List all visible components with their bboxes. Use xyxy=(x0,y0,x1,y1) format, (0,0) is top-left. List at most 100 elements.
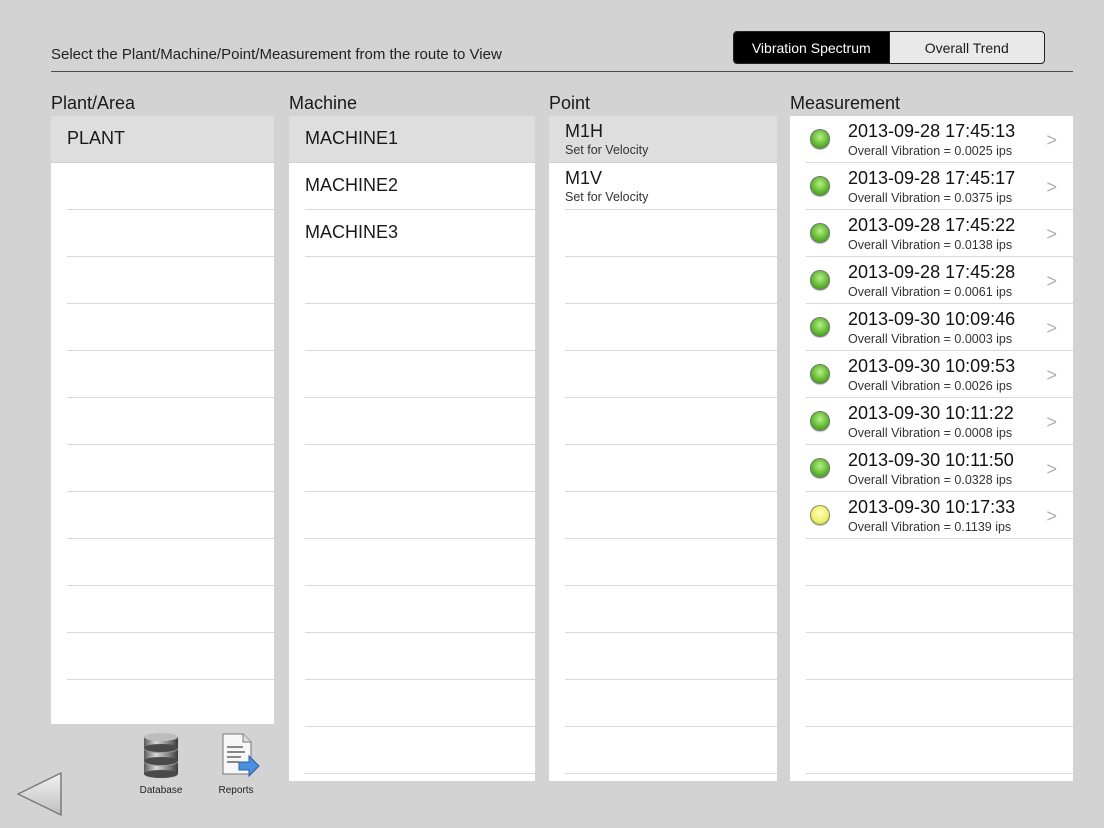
tab-vibration-spectrum[interactable]: Vibration Spectrum xyxy=(734,32,889,63)
empty-row xyxy=(565,257,777,304)
empty-row xyxy=(806,633,1073,680)
empty-row xyxy=(67,163,274,210)
point-item-name: M1V xyxy=(565,168,603,188)
plant-area-title: Plant/Area xyxy=(51,93,136,113)
measurement-date: 2013-09-30 10:09:46 xyxy=(848,309,1016,329)
empty-row xyxy=(305,398,535,445)
header-divider xyxy=(51,71,1073,72)
database-button[interactable]: Database xyxy=(131,732,191,796)
measurement-item[interactable]: 2013-09-30 10:09:53 Overall Vibration = … xyxy=(806,351,1073,398)
empty-row xyxy=(305,304,535,351)
point-item[interactable]: M1H Set for Velocity xyxy=(549,116,777,163)
empty-row xyxy=(565,304,777,351)
chevron-right-icon: > xyxy=(1046,130,1057,150)
machine-title: Machine xyxy=(289,93,358,113)
empty-row xyxy=(305,680,535,727)
status-indicator-icon xyxy=(810,458,830,478)
empty-row xyxy=(806,586,1073,633)
back-triangle-icon[interactable] xyxy=(15,770,65,818)
measurement-list: 2013-09-28 17:45:13 Overall Vibration = … xyxy=(790,116,1073,781)
empty-row xyxy=(305,633,535,680)
measurement-date: 2013-09-28 17:45:22 xyxy=(848,215,1016,235)
empty-row xyxy=(305,351,535,398)
measurement-item[interactable]: 2013-09-28 17:45:13 Overall Vibration = … xyxy=(806,116,1073,163)
measurement-date: 2013-09-28 17:45:13 xyxy=(848,121,1016,141)
empty-row xyxy=(67,492,274,539)
empty-row xyxy=(67,680,274,724)
measurement-value: Overall Vibration = 0.0025 ips xyxy=(848,144,1013,158)
tab-overall-trend[interactable]: Overall Trend xyxy=(888,32,1045,63)
status-indicator-icon xyxy=(810,223,830,243)
plant-list: PLANT xyxy=(51,116,274,724)
machine-item[interactable]: MACHINE1 xyxy=(289,116,535,163)
measurement-value: Overall Vibration = 0.0008 ips xyxy=(848,426,1013,440)
empty-row xyxy=(67,210,274,257)
plant-item-label: PLANT xyxy=(67,128,126,148)
measurement-date: 2013-09-28 17:45:28 xyxy=(848,262,1016,282)
measurement-item[interactable]: 2013-09-28 17:45:22 Overall Vibration = … xyxy=(806,210,1073,257)
empty-row xyxy=(565,351,777,398)
machine-item[interactable]: MACHINE2 xyxy=(305,163,535,210)
view-mode-segmented-control: Vibration Spectrum Overall Trend xyxy=(733,31,1045,64)
measurement-item[interactable]: 2013-09-30 10:11:22 Overall Vibration = … xyxy=(806,398,1073,445)
empty-row xyxy=(305,586,535,633)
status-indicator-icon xyxy=(810,505,830,525)
measurement-date: 2013-09-30 10:11:22 xyxy=(848,403,1014,423)
chevron-right-icon: > xyxy=(1046,506,1057,526)
empty-row xyxy=(67,445,274,492)
measurement-date: 2013-09-30 10:09:53 xyxy=(848,356,1016,376)
empty-row xyxy=(305,539,535,586)
empty-row xyxy=(305,257,535,304)
measurement-date: 2013-09-28 17:45:17 xyxy=(848,168,1016,188)
machine-list: MACHINE1 MACHINE2 MACHINE3 xyxy=(289,116,535,781)
chevron-right-icon: > xyxy=(1046,365,1057,385)
point-item-setting: Set for Velocity xyxy=(565,143,649,157)
status-indicator-icon xyxy=(810,411,830,431)
machine-item[interactable]: MACHINE3 xyxy=(305,210,535,257)
measurement-item[interactable]: 2013-09-28 17:45:17 Overall Vibration = … xyxy=(806,163,1073,210)
plant-item[interactable]: PLANT xyxy=(51,116,274,163)
status-indicator-icon xyxy=(810,129,830,149)
database-icon xyxy=(144,733,178,778)
point-list: M1H Set for Velocity M1V Set for Velocit… xyxy=(549,116,777,781)
measurement-value: Overall Vibration = 0.0061 ips xyxy=(848,285,1013,299)
empty-row xyxy=(67,539,274,586)
reports-label: Reports xyxy=(218,785,254,796)
empty-row xyxy=(806,727,1073,774)
point-item-name: M1H xyxy=(565,121,604,141)
empty-row xyxy=(565,586,777,633)
empty-row xyxy=(565,633,777,680)
database-label: Database xyxy=(139,785,183,796)
empty-row xyxy=(806,680,1073,727)
measurement-item[interactable]: 2013-09-28 17:45:28 Overall Vibration = … xyxy=(806,257,1073,304)
empty-row xyxy=(565,210,777,257)
empty-row xyxy=(565,680,777,727)
machine-item-label: MACHINE1 xyxy=(305,128,399,148)
measurement-value: Overall Vibration = 0.0138 ips xyxy=(848,238,1013,252)
instruction-text: Select the Plant/Machine/Point/Measureme… xyxy=(51,46,502,63)
status-indicator-icon xyxy=(810,364,830,384)
empty-row xyxy=(67,633,274,680)
empty-row xyxy=(565,539,777,586)
point-title: Point xyxy=(549,93,591,113)
status-indicator-icon xyxy=(810,317,830,337)
empty-row xyxy=(67,257,274,304)
status-indicator-icon xyxy=(810,176,830,196)
measurement-item[interactable]: 2013-09-30 10:17:33 Overall Vibration = … xyxy=(806,492,1073,539)
measurement-item[interactable]: 2013-09-30 10:09:46 Overall Vibration = … xyxy=(806,304,1073,351)
reports-button[interactable]: Reports xyxy=(206,732,266,796)
chevron-right-icon: > xyxy=(1046,271,1057,291)
measurement-value: Overall Vibration = 0.0003 ips xyxy=(848,332,1013,346)
chevron-right-icon: > xyxy=(1046,177,1057,197)
chevron-right-icon: > xyxy=(1046,412,1057,432)
chevron-right-icon: > xyxy=(1046,318,1057,338)
measurement-value: Overall Vibration = 0.0026 ips xyxy=(848,379,1013,393)
empty-row xyxy=(67,304,274,351)
measurement-date: 2013-09-30 10:17:33 xyxy=(848,497,1016,517)
point-item[interactable]: M1V Set for Velocity xyxy=(565,163,777,210)
machine-item-label: MACHINE2 xyxy=(305,175,399,195)
measurement-value: Overall Vibration = 0.1139 ips xyxy=(848,520,1012,534)
measurement-item[interactable]: 2013-09-30 10:11:50 Overall Vibration = … xyxy=(806,445,1073,492)
measurement-value: Overall Vibration = 0.0328 ips xyxy=(848,473,1013,487)
empty-row xyxy=(565,445,777,492)
